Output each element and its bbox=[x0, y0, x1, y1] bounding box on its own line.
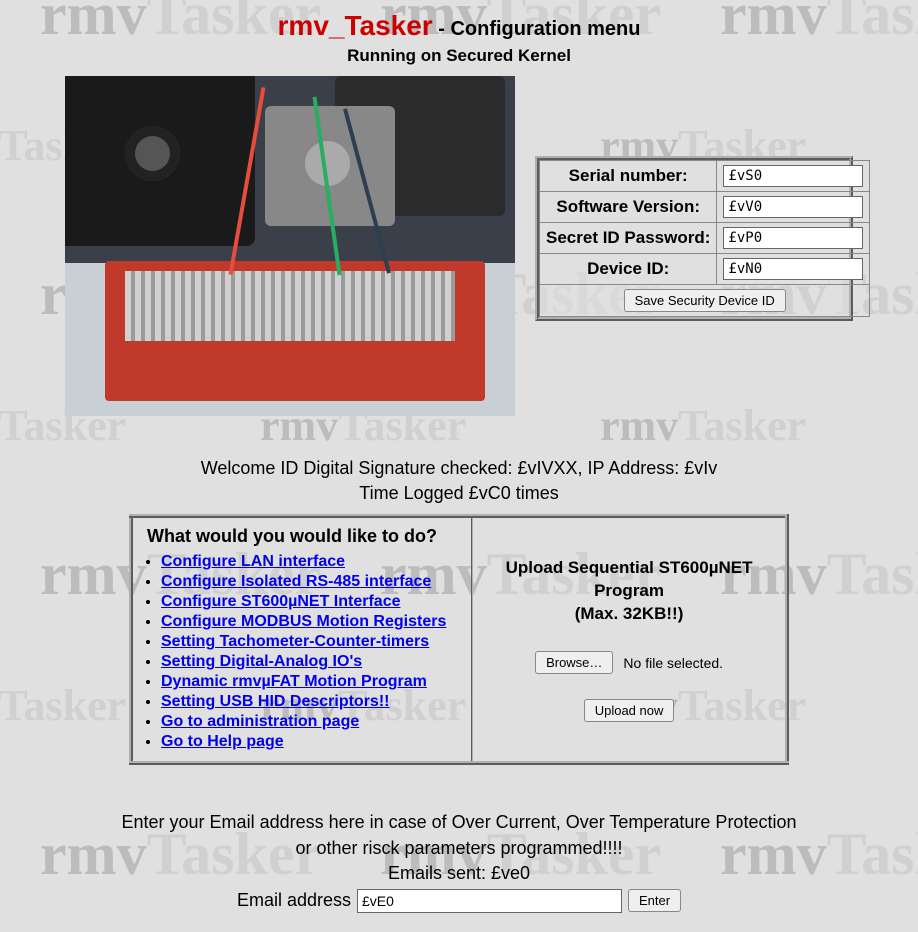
action-link-3[interactable]: Configure MODBUS Motion Registers bbox=[161, 613, 446, 630]
email-enter-button[interactable]: Enter bbox=[628, 889, 681, 912]
action-link-7[interactable]: Setting USB HID Descriptors!! bbox=[161, 693, 389, 710]
email-address-input[interactable] bbox=[357, 889, 622, 913]
upload-title: Upload Sequential ST600µNET Program (Max… bbox=[483, 557, 775, 626]
device-id-label: Device ID: bbox=[540, 254, 717, 285]
secured-kernel-label: Running on Secured Kernel bbox=[0, 46, 918, 66]
secret-id-password-input[interactable] bbox=[723, 227, 863, 249]
action-link-item: Configure Isolated RS-485 interface bbox=[161, 573, 461, 591]
actions-panel: What would you would like to do? Configu… bbox=[129, 514, 789, 765]
action-link-item: Dynamic rmvµFAT Motion Program bbox=[161, 673, 461, 691]
action-link-item: Setting Digital-Analog IO's bbox=[161, 653, 461, 671]
email-help-line-2: or other risck parameters programmed!!!! bbox=[0, 836, 918, 861]
action-link-5[interactable]: Setting Digital-Analog IO's bbox=[161, 653, 362, 670]
action-link-item: Setting USB HID Descriptors!! bbox=[161, 693, 461, 711]
save-security-device-id-button[interactable]: Save Security Device ID bbox=[624, 289, 786, 312]
serial-number-input[interactable] bbox=[723, 165, 863, 187]
product-photo bbox=[65, 76, 515, 416]
action-link-item: Configure LAN interface bbox=[161, 553, 461, 571]
serial-number-label: Serial number: bbox=[540, 161, 717, 192]
software-version-label: Software Version: bbox=[540, 192, 717, 223]
action-link-item: Go to Help page bbox=[161, 733, 461, 751]
action-link-item: Configure ST600µNET Interface bbox=[161, 593, 461, 611]
action-link-2[interactable]: Configure ST600µNET Interface bbox=[161, 593, 401, 610]
welcome-line-2: Time Logged £vC0 times bbox=[0, 481, 918, 506]
upload-now-button[interactable]: Upload now bbox=[584, 699, 675, 722]
action-link-9[interactable]: Go to Help page bbox=[161, 733, 284, 750]
device-id-input[interactable] bbox=[723, 258, 863, 280]
welcome-block: Welcome ID Digital Signature checked: £v… bbox=[0, 456, 918, 506]
page-subtitle: - Configuration menu bbox=[433, 18, 641, 40]
action-link-list: Configure LAN interface Configure Isolate… bbox=[161, 553, 461, 751]
device-info-panel: Serial number: Software Version: Secret … bbox=[535, 156, 853, 321]
app-title: rmv_Tasker bbox=[278, 10, 433, 41]
action-link-item: Setting Tachometer-Counter-timers bbox=[161, 633, 461, 651]
welcome-line-1: Welcome ID Digital Signature checked: £v… bbox=[0, 456, 918, 481]
action-link-8[interactable]: Go to administration page bbox=[161, 713, 359, 730]
browse-button[interactable]: Browse… bbox=[535, 651, 613, 674]
email-address-label: Email address bbox=[237, 888, 351, 913]
action-link-0[interactable]: Configure LAN interface bbox=[161, 553, 345, 570]
action-link-4[interactable]: Setting Tachometer-Counter-timers bbox=[161, 633, 429, 650]
email-block: Enter your Email address here in case of… bbox=[0, 810, 918, 913]
action-link-6[interactable]: Dynamic rmvµFAT Motion Program bbox=[161, 673, 427, 690]
page-header: rmv_Tasker - Configuration menu Running … bbox=[0, 10, 918, 66]
secret-id-password-label: Secret ID Password: bbox=[540, 223, 717, 254]
action-link-item: Configure MODBUS Motion Registers bbox=[161, 613, 461, 631]
action-link-item: Go to administration page bbox=[161, 713, 461, 731]
emails-sent-line: Emails sent: £ve0 bbox=[0, 861, 918, 886]
email-help-line-1: Enter your Email address here in case of… bbox=[0, 810, 918, 835]
software-version-input[interactable] bbox=[723, 196, 863, 218]
actions-prompt: What would you would like to do? bbox=[147, 526, 461, 547]
action-link-1[interactable]: Configure Isolated RS-485 interface bbox=[161, 573, 431, 590]
file-status: No file selected. bbox=[623, 655, 723, 671]
